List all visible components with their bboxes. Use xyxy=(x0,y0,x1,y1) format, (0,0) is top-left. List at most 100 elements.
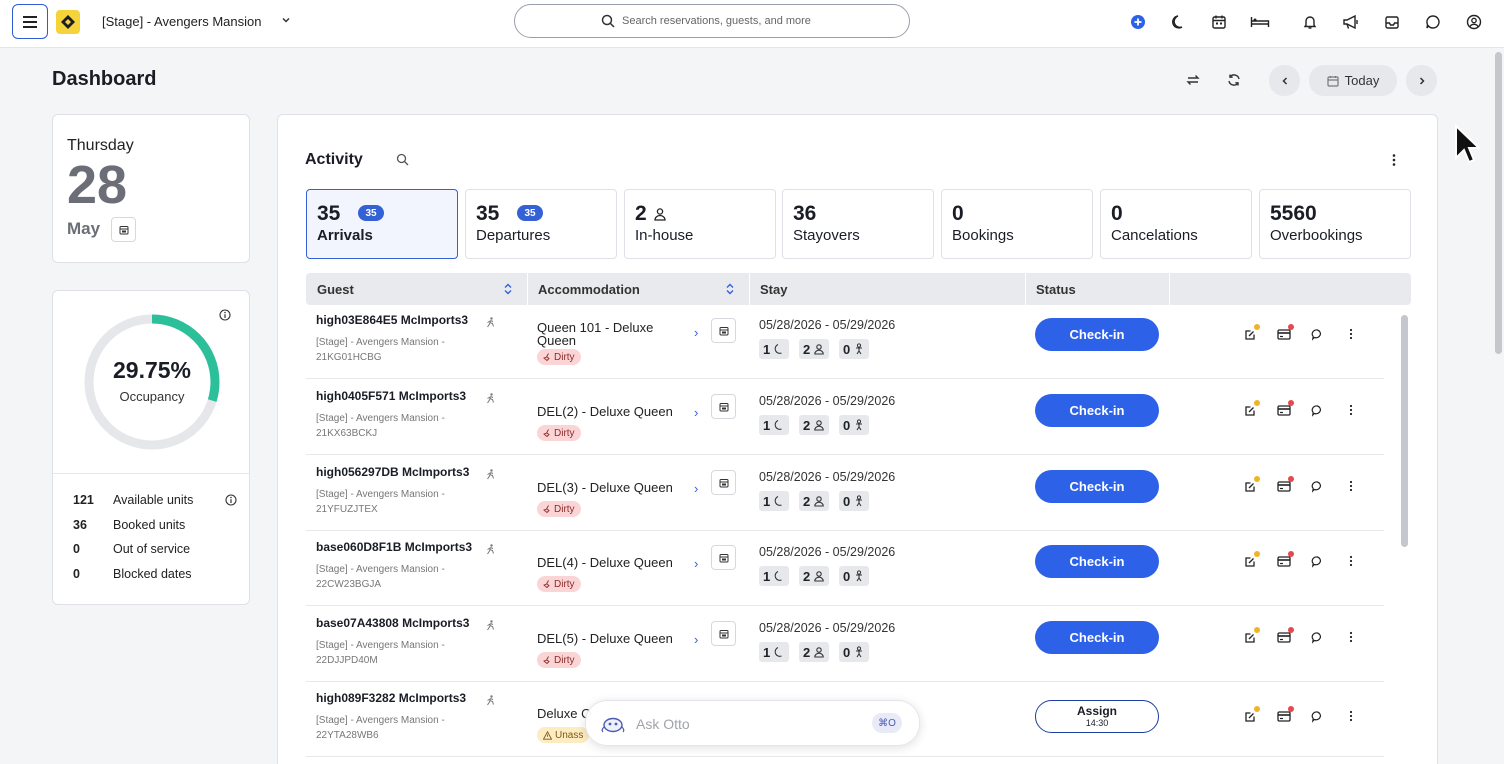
info-icon[interactable] xyxy=(225,494,237,506)
bell-icon[interactable] xyxy=(1301,13,1319,31)
guest-name[interactable]: base060D8F1B McImports3 xyxy=(316,540,472,554)
chevron-down-icon[interactable] xyxy=(281,15,291,25)
app-logo[interactable] xyxy=(56,10,80,34)
column-accommodation[interactable]: Accommodation xyxy=(538,273,640,305)
payment-card-icon[interactable] xyxy=(1276,627,1294,645)
payment-card-icon[interactable] xyxy=(1276,476,1294,494)
message-icon[interactable] xyxy=(1309,478,1325,494)
message-icon[interactable] xyxy=(1309,326,1325,342)
calendar-button[interactable] xyxy=(711,318,736,343)
more-vertical-icon[interactable] xyxy=(1388,153,1400,167)
ask-otto-input[interactable] xyxy=(636,714,836,734)
page-title: Dashboard xyxy=(52,68,157,90)
table-scrollbar[interactable] xyxy=(1400,313,1409,753)
date-picker-button[interactable] xyxy=(111,217,136,242)
megaphone-icon[interactable] xyxy=(1342,13,1360,31)
check-in-button[interactable]: Check-in xyxy=(1035,470,1159,503)
payment-card-icon[interactable] xyxy=(1276,400,1294,418)
moon-icon[interactable] xyxy=(1170,13,1188,31)
today-button[interactable]: Today xyxy=(1309,65,1397,96)
check-in-button[interactable]: Check-in xyxy=(1035,318,1159,351)
column-status: Status xyxy=(1036,281,1076,297)
chevron-right-icon[interactable]: › xyxy=(694,556,698,571)
message-icon[interactable] xyxy=(1309,553,1325,569)
table-header: Guest Accommodation Stay Status xyxy=(306,273,1411,305)
accommodation-name[interactable]: DEL(5) - Deluxe Queen xyxy=(537,632,673,645)
payment-card-icon[interactable] xyxy=(1276,324,1294,342)
more-vertical-icon[interactable] xyxy=(1343,629,1359,645)
swap-icon[interactable] xyxy=(1183,70,1203,90)
property-selector[interactable]: [Stage] - Avengers Mansion xyxy=(102,14,261,29)
guest-name[interactable]: high03E864E5 McImports3 xyxy=(316,313,468,327)
chat-icon[interactable] xyxy=(1424,13,1442,31)
ask-otto-bar[interactable]: ⌘O xyxy=(585,700,920,746)
accommodation-name[interactable]: DEL(2) - Deluxe Queen xyxy=(537,405,673,418)
table-row[interactable]: high056297DB McImports3 [Stage] - Avenger… xyxy=(306,455,1384,531)
message-icon[interactable] xyxy=(1309,402,1325,418)
chevron-right-icon[interactable]: › xyxy=(694,481,698,496)
sort-icon[interactable] xyxy=(725,282,735,296)
stat-in-house[interactable]: 2 In-house xyxy=(624,189,776,259)
global-search[interactable] xyxy=(514,4,910,38)
user-circle-icon[interactable] xyxy=(1465,13,1483,31)
accommodation-name[interactable]: DEL(4) - Deluxe Queen xyxy=(537,556,673,569)
bed-icon[interactable] xyxy=(1250,13,1270,31)
notes-icon[interactable] xyxy=(1242,476,1260,494)
more-vertical-icon[interactable] xyxy=(1343,708,1359,724)
chevron-right-icon[interactable]: › xyxy=(694,632,698,647)
calendar-button[interactable] xyxy=(711,621,736,646)
stat-cancelations[interactable]: 0 Cancelations xyxy=(1100,189,1252,259)
stat-overbookings[interactable]: 5560 Overbookings xyxy=(1259,189,1411,259)
inbox-icon[interactable] xyxy=(1383,13,1401,31)
table-row[interactable]: high0405F571 McImports3 [Stage] - Avenger… xyxy=(306,379,1384,455)
accommodation-name[interactable]: DEL(3) - Deluxe Queen xyxy=(537,481,673,494)
payment-card-icon[interactable] xyxy=(1276,551,1294,569)
check-in-button[interactable]: Check-in xyxy=(1035,545,1159,578)
notes-icon[interactable] xyxy=(1242,400,1260,418)
calendar-button[interactable] xyxy=(711,470,736,495)
guest-name[interactable]: base07A43808 McImports3 xyxy=(316,616,469,630)
refresh-icon[interactable] xyxy=(1224,70,1244,90)
menu-button[interactable] xyxy=(12,4,48,39)
notes-icon[interactable] xyxy=(1242,324,1260,342)
column-guest[interactable]: Guest xyxy=(317,273,354,305)
stat-bookings[interactable]: 0 Bookings xyxy=(941,189,1093,259)
payment-card-icon[interactable] xyxy=(1276,706,1294,724)
search-icon[interactable] xyxy=(396,153,409,166)
calendar-button[interactable] xyxy=(711,545,736,570)
table-row[interactable]: base07A43808 McImports3 [Stage] - Avenger… xyxy=(306,606,1384,682)
notes-icon[interactable] xyxy=(1242,706,1260,724)
check-in-button[interactable]: Check-in xyxy=(1035,621,1159,654)
more-vertical-icon[interactable] xyxy=(1343,402,1359,418)
assign-button[interactable]: Assign 14:30 xyxy=(1035,700,1159,733)
message-icon[interactable] xyxy=(1309,708,1325,724)
notes-icon[interactable] xyxy=(1242,551,1260,569)
guest-name[interactable]: high0405F571 McImports3 xyxy=(316,389,466,403)
previous-day-button[interactable] xyxy=(1269,65,1300,96)
more-vertical-icon[interactable] xyxy=(1343,553,1359,569)
check-in-button[interactable]: Check-in xyxy=(1035,394,1159,427)
stat-arrivals[interactable]: 35 35 Arrivals xyxy=(306,189,458,259)
message-icon[interactable] xyxy=(1309,629,1325,645)
calendar-icon[interactable] xyxy=(1210,13,1228,31)
notes-icon[interactable] xyxy=(1242,627,1260,645)
calendar-button[interactable] xyxy=(711,394,736,419)
chevron-right-icon[interactable]: › xyxy=(694,325,698,340)
stat-stayovers[interactable]: 36 Stayovers xyxy=(782,189,934,259)
table-row[interactable]: high03E864E5 McImports3 [Stage] - Avenger… xyxy=(306,303,1384,379)
accommodation-name[interactable]: Queen 101 - Deluxe Queen xyxy=(537,321,653,347)
next-day-button[interactable] xyxy=(1406,65,1437,96)
plus-circle-icon[interactable] xyxy=(1129,13,1147,31)
chevron-right-icon[interactable]: › xyxy=(694,405,698,420)
table-row[interactable]: base060D8F1B McImports3 [Stage] - Avenger… xyxy=(306,530,1384,606)
sort-icon[interactable] xyxy=(503,282,513,296)
more-vertical-icon[interactable] xyxy=(1343,326,1359,342)
page-scrollbar[interactable] xyxy=(1493,48,1504,764)
info-icon[interactable] xyxy=(219,309,231,321)
guest-name[interactable]: high089F3282 McImports3 xyxy=(316,691,466,705)
search-input[interactable] xyxy=(622,12,892,30)
more-vertical-icon[interactable] xyxy=(1343,478,1359,494)
guest-name[interactable]: high056297DB McImports3 xyxy=(316,465,469,479)
accommodation-name[interactable]: Deluxe Q xyxy=(537,707,591,720)
stat-departures[interactable]: 35 35 Departures xyxy=(465,189,617,259)
